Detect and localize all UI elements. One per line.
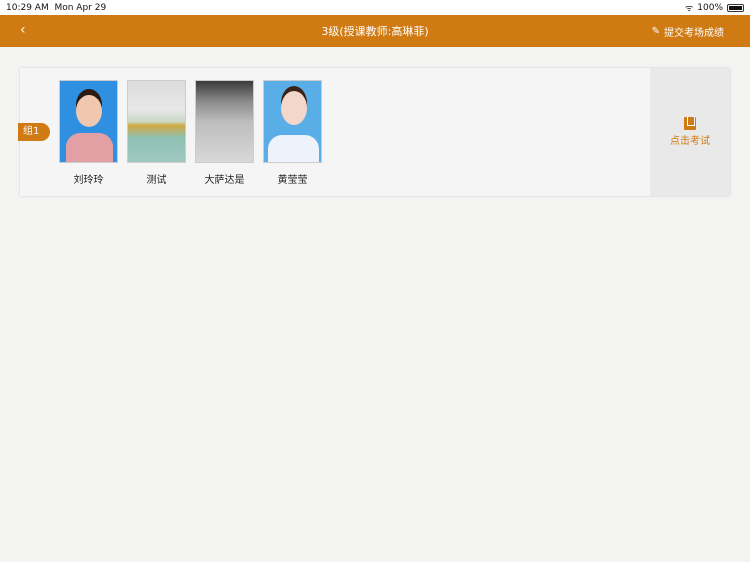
edit-icon: ✎ bbox=[651, 26, 660, 37]
nav-bar: ‹ 3级(授课教师:高琳菲) ✎ 提交考场成绩 bbox=[0, 15, 750, 47]
back-button[interactable]: ‹ bbox=[20, 22, 26, 38]
student-item[interactable]: 大萨达是 bbox=[195, 80, 254, 186]
start-exam-button[interactable]: 点击考试 bbox=[650, 68, 730, 196]
submit-scores-button[interactable]: ✎ 提交考场成绩 bbox=[652, 24, 724, 39]
student-item[interactable]: 刘玲玲 bbox=[59, 80, 118, 186]
student-photo bbox=[127, 80, 186, 163]
page-title: 3级(授课教师:高琳菲) bbox=[321, 25, 429, 38]
student-name: 测试 bbox=[146, 175, 167, 186]
status-bar: 10:29 AM Mon Apr 29 ᯤ 100% bbox=[0, 0, 750, 15]
student-photo bbox=[59, 80, 118, 163]
student-item[interactable]: 黄莹莹 bbox=[263, 80, 322, 186]
battery-percent: 100% bbox=[697, 2, 723, 13]
student-photo bbox=[195, 80, 254, 163]
battery-icon bbox=[727, 3, 744, 12]
wifi-icon: ᯤ bbox=[685, 4, 694, 14]
status-time: 10:29 AM bbox=[6, 2, 49, 13]
book-icon bbox=[684, 117, 696, 130]
group-badge: 组1 bbox=[18, 123, 50, 141]
status-date: Mon Apr 29 bbox=[54, 2, 107, 13]
group-card: 组1 刘玲玲 测试 大萨达是 黄莹莹 点击考试 bbox=[18, 68, 730, 196]
student-name: 刘玲玲 bbox=[73, 175, 104, 186]
student-name: 大萨达是 bbox=[204, 175, 245, 186]
student-item[interactable]: 测试 bbox=[127, 80, 186, 186]
student-name: 黄莹莹 bbox=[277, 175, 308, 186]
start-exam-label: 点击考试 bbox=[670, 136, 710, 147]
submit-label: 提交考场成绩 bbox=[664, 28, 724, 39]
student-photo bbox=[263, 80, 322, 163]
